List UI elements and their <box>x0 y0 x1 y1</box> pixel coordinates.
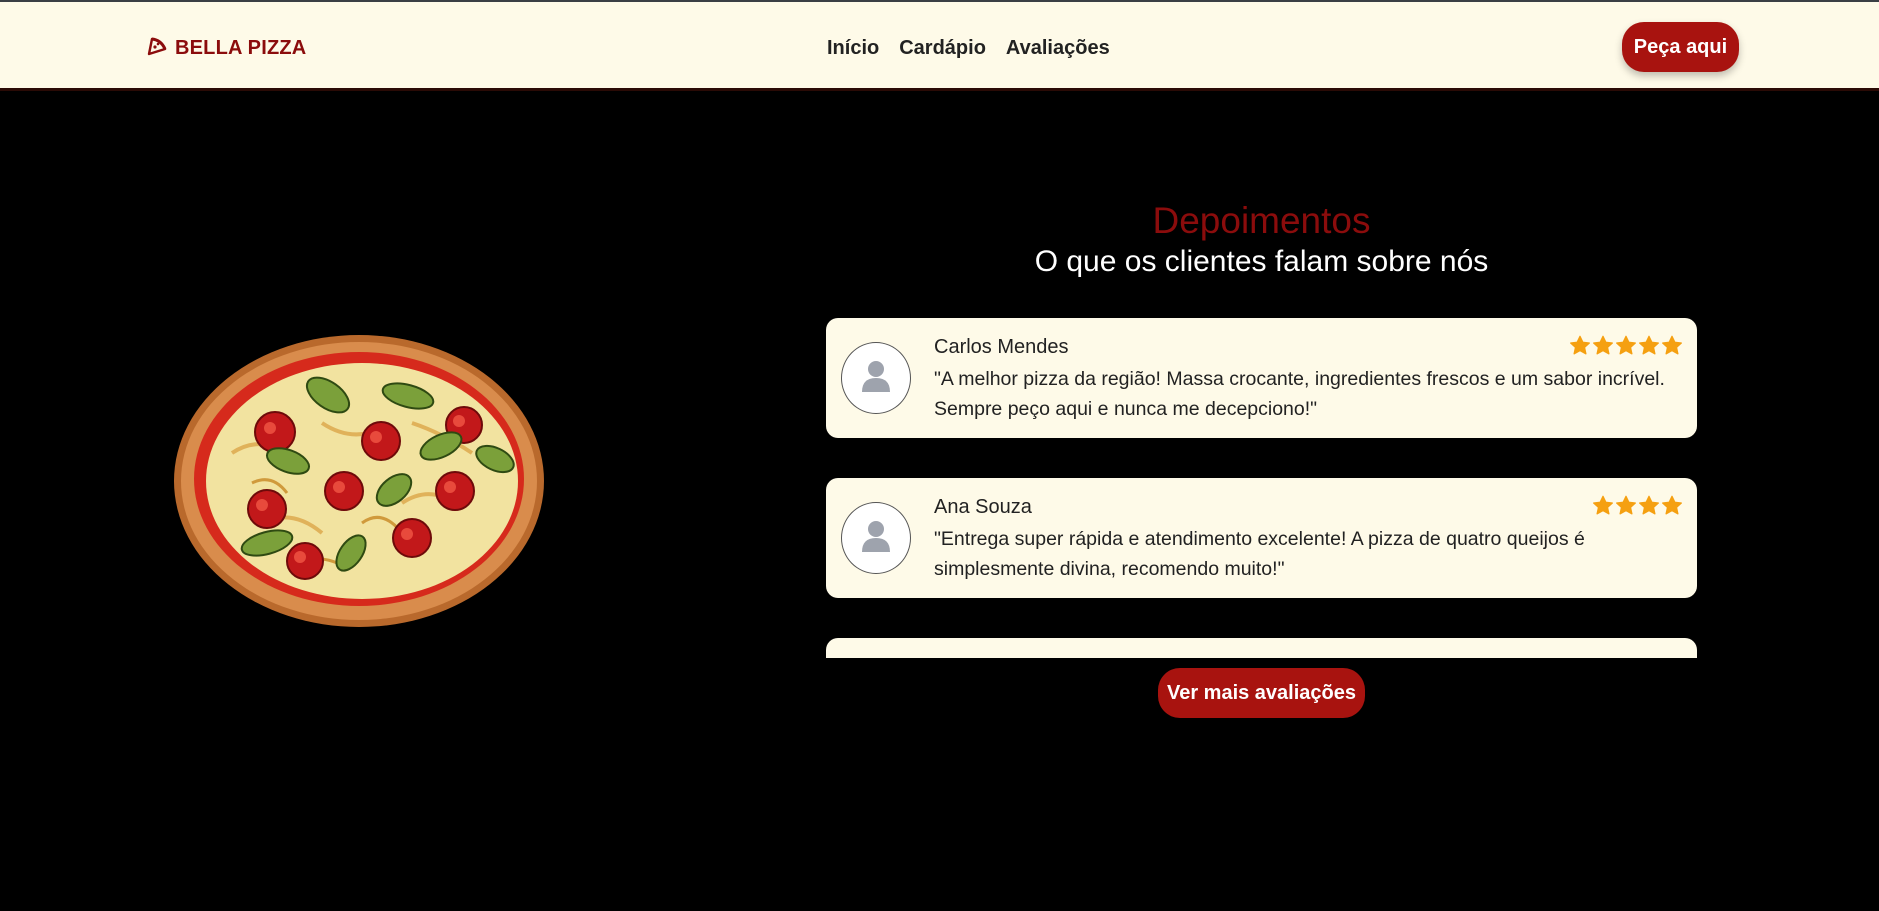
reviewer-name: Carlos Mendes <box>934 336 1069 358</box>
star-rating <box>1569 335 1683 356</box>
see-more-reviews-button[interactable]: Ver mais avaliações <box>1158 668 1365 718</box>
star-icon <box>1639 495 1659 515</box>
star-icon <box>1616 495 1636 515</box>
avatar <box>841 502 911 574</box>
site-header: BELLA PIZZA Início Cardápio Avaliações P… <box>0 2 1879 91</box>
review-card-partial <box>826 638 1697 658</box>
main-nav: Início Cardápio Avaliações <box>827 37 1110 60</box>
star-icon <box>1639 335 1659 355</box>
reviews-list[interactable]: Carlos Mendes "A melhor pizza da região!… <box>826 318 1697 658</box>
review-card: Carlos Mendes "A melhor pizza da região!… <box>826 318 1697 438</box>
user-icon <box>862 520 890 557</box>
star-rating <box>1592 495 1683 516</box>
order-button[interactable]: Peça aqui <box>1622 22 1739 72</box>
review-card: Ana Souza "Entrega super rápida e atendi… <box>826 478 1697 598</box>
reviewer-name: Ana Souza <box>934 496 1032 518</box>
star-icon <box>1662 495 1682 515</box>
user-icon <box>862 360 890 397</box>
nav-link-avaliacoes[interactable]: Avaliações <box>1006 37 1110 60</box>
section-title: Depoimentos <box>1152 200 1371 241</box>
star-icon <box>1593 335 1613 355</box>
pizza-slice-icon <box>147 36 167 61</box>
star-icon <box>1593 495 1613 515</box>
testimonials-heading: Depoimentos O que os clientes falam sobr… <box>826 200 1697 282</box>
brand-logo[interactable]: BELLA PIZZA <box>147 36 306 61</box>
star-icon <box>1570 335 1590 355</box>
avatar <box>841 342 911 414</box>
review-text: "Entrega super rápida e atendimento exce… <box>934 528 1585 580</box>
star-icon <box>1662 335 1682 355</box>
review-text: "A melhor pizza da região! Massa crocant… <box>934 368 1665 420</box>
star-icon <box>1616 335 1636 355</box>
section-subtitle: O que os clientes falam sobre nós <box>1034 245 1489 278</box>
brand-name: BELLA PIZZA <box>175 37 307 59</box>
pizza-illustration <box>172 333 546 629</box>
nav-link-cardapio[interactable]: Cardápio <box>899 37 986 60</box>
nav-link-inicio[interactable]: Início <box>827 37 879 60</box>
